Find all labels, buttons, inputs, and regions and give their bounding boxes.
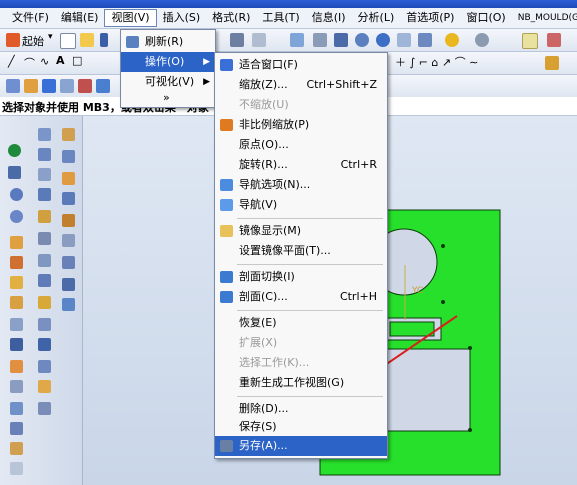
refresh-icon xyxy=(126,36,139,48)
op-mirror-display[interactable]: 镜像显示(M) xyxy=(215,221,387,241)
nav-options-icon xyxy=(220,179,233,191)
nonuniform-scale-icon xyxy=(220,119,233,131)
op-no-zoom: 不缩放(U) xyxy=(239,98,289,111)
op-regenerate-work-view[interactable]: 重新生成工作视图(G) xyxy=(215,373,387,393)
op-fit-window[interactable]: 适合窗口(F) xyxy=(215,55,387,75)
submenu-arrow-icon: ▶ xyxy=(203,57,210,67)
part-slot-inner xyxy=(389,321,435,337)
op-select-work: 选择工作(K)... xyxy=(239,356,310,369)
part-pocket xyxy=(383,348,471,432)
menu-divider xyxy=(237,218,383,219)
section-icon xyxy=(220,291,233,303)
op-save[interactable]: 保存(S) xyxy=(215,417,387,437)
view-menu: 刷新(R) 操作(O) ▶ 可视化(V) ▶ » xyxy=(120,29,216,108)
save-as-icon xyxy=(220,440,233,452)
view-menu-refresh[interactable]: 刷新(R) xyxy=(121,32,215,52)
part-label: YC xyxy=(412,286,424,296)
section-toggle-icon xyxy=(220,271,233,283)
operation-submenu: 适合窗口(F) 缩放(Z)... Ctrl+Shift+Z 不缩放(U) 非比例… xyxy=(214,52,388,459)
op-navigate[interactable]: 导航(V) xyxy=(215,195,387,215)
navigate-icon xyxy=(220,199,233,211)
view-menu-operation[interactable]: 操作(O) ▶ xyxy=(121,52,215,72)
op-rotate[interactable]: 旋转(R)... Ctrl+R xyxy=(215,155,387,175)
op-set-mirror-plane[interactable]: 设置镜像平面(T)... xyxy=(215,241,387,261)
menu-divider xyxy=(237,310,383,311)
op-zoom[interactable]: 缩放(Z)... Ctrl+Shift+Z xyxy=(215,75,387,95)
op-origin[interactable]: 原点(O)... xyxy=(215,135,387,155)
op-save-as[interactable]: 另存(A)... xyxy=(215,436,387,456)
op-nonuniform-scale[interactable]: 非比例缩放(P) xyxy=(215,115,387,135)
menu-divider xyxy=(237,264,383,265)
fit-window-icon xyxy=(220,59,233,71)
op-section-toggle[interactable]: 剖面切换(I) xyxy=(215,267,387,287)
op-restore[interactable]: 恢复(E) xyxy=(215,313,387,333)
op-delete[interactable]: 删除(D)... xyxy=(215,399,387,419)
mirror-display-icon xyxy=(220,225,233,237)
op-nav-options[interactable]: 导航选项(N)... xyxy=(215,175,387,195)
op-section[interactable]: 剖面(C)... Ctrl+H xyxy=(215,287,387,307)
menu-divider xyxy=(237,396,383,397)
view-menu-more[interactable]: » xyxy=(121,88,215,108)
op-expand: 扩展(X) xyxy=(239,336,278,349)
